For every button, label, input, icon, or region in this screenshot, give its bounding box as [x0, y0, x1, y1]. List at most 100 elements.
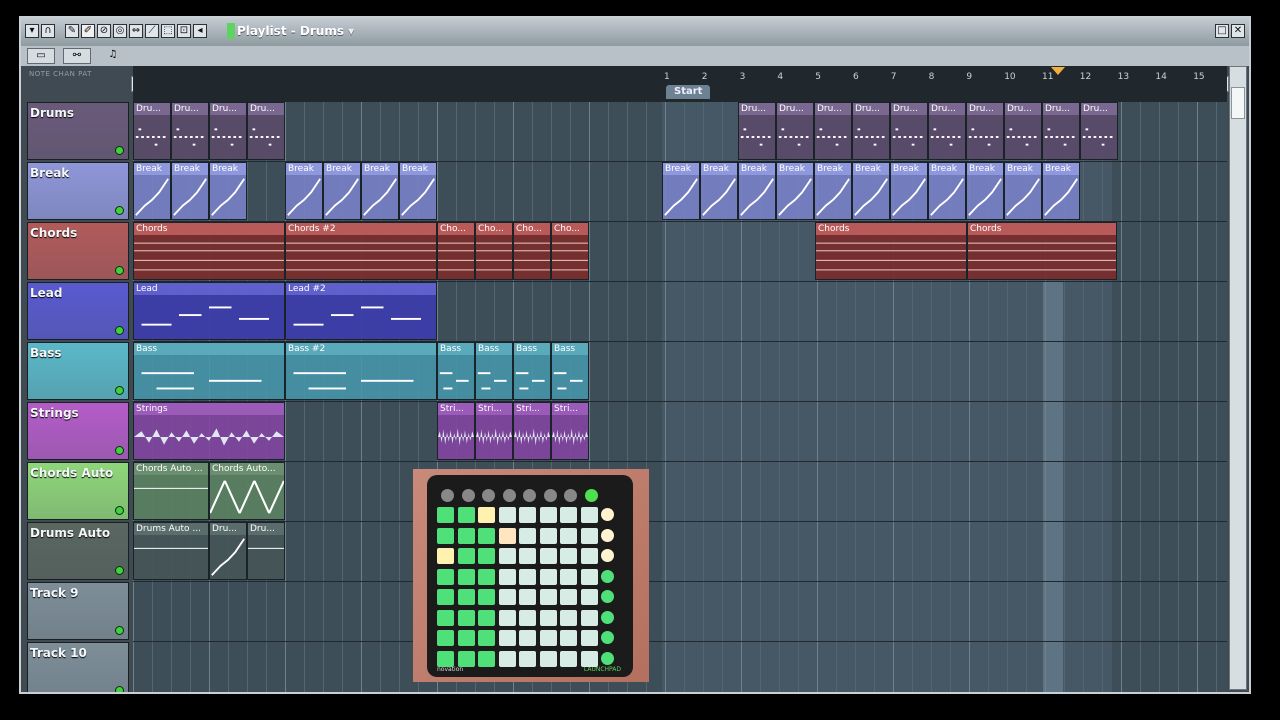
pattern-clip[interactable]: Stri...	[475, 402, 513, 460]
pattern-clip[interactable]: Stri...	[551, 402, 589, 460]
pattern-clip[interactable]: Chords	[967, 222, 1117, 280]
playhead-marker[interactable]	[1051, 67, 1065, 75]
playback-tool-icon[interactable]: ◂	[193, 24, 207, 38]
track-enable-led-icon[interactable]	[115, 686, 124, 692]
start-marker[interactable]: Start	[666, 85, 711, 99]
track-enable-led-icon[interactable]	[115, 146, 124, 155]
pattern-clip[interactable]: Break	[1042, 162, 1080, 220]
pattern-clip[interactable]: Break	[662, 162, 700, 220]
pencil-tool-icon[interactable]: ✎	[65, 24, 79, 38]
pattern-clip[interactable]: Break	[209, 162, 247, 220]
track-header-5[interactable]: Bass	[27, 342, 129, 400]
pattern-clip[interactable]: Dru...	[928, 102, 966, 160]
track-enable-led-icon[interactable]	[115, 326, 124, 335]
pattern-clip[interactable]: Cho...	[551, 222, 589, 280]
pattern-clip[interactable]: Dru...	[209, 522, 247, 580]
pattern-clip[interactable]: Chords Auto ...	[133, 462, 209, 520]
source-selector[interactable]: NOTE CHAN PAT	[29, 70, 92, 78]
track-header-6[interactable]: Strings	[27, 402, 129, 460]
track-enable-led-icon[interactable]	[115, 206, 124, 215]
paint-tool-icon[interactable]: ✐	[81, 24, 95, 38]
pattern-clip[interactable]: Dru...	[814, 102, 852, 160]
pattern-clip[interactable]: Break	[133, 162, 171, 220]
track-header-7[interactable]: Chords Auto	[27, 462, 129, 520]
track-header-3[interactable]: Chords	[27, 222, 129, 280]
track-header-8[interactable]: Drums Auto	[27, 522, 129, 580]
pattern-clip[interactable]: Break	[814, 162, 852, 220]
magnet-icon[interactable]: ∩	[41, 24, 55, 38]
vertical-scrollbar[interactable]	[1229, 66, 1247, 690]
pattern-clip[interactable]: Dru...	[776, 102, 814, 160]
pattern-clip[interactable]: Break	[285, 162, 323, 220]
pattern-clip[interactable]: Break	[1004, 162, 1042, 220]
pattern-clip[interactable]: Dru...	[133, 102, 171, 160]
pattern-clip[interactable]: Dru...	[1004, 102, 1042, 160]
track-enable-led-icon[interactable]	[115, 386, 124, 395]
pattern-clip[interactable]: Strings	[133, 402, 285, 460]
pattern-clip[interactable]: Dru...	[209, 102, 247, 160]
pattern-clip[interactable]: Break	[928, 162, 966, 220]
pattern-clip[interactable]: Break	[966, 162, 1004, 220]
pattern-clip[interactable]: Stri...	[513, 402, 551, 460]
pattern-clip[interactable]: Stri...	[437, 402, 475, 460]
window-title[interactable]: Playlist - Drums ▾	[237, 24, 354, 38]
pattern-clip[interactable]: Break	[852, 162, 890, 220]
pattern-clip[interactable]: Bass	[513, 342, 551, 400]
playlist-grid[interactable]: Dru... Dru... Dru... Dru... Dru... Dru... Dru.…	[133, 102, 1227, 692]
close-button[interactable]: ✕	[1231, 24, 1245, 38]
track-enable-led-icon[interactable]	[115, 266, 124, 275]
pattern-clip[interactable]: Cho...	[475, 222, 513, 280]
track-enable-led-icon[interactable]	[115, 446, 124, 455]
pattern-clip[interactable]: Dru...	[966, 102, 1004, 160]
track-header-2[interactable]: Break	[27, 162, 129, 220]
pattern-clip[interactable]: Dru...	[1042, 102, 1080, 160]
pattern-clip[interactable]: Lead	[133, 282, 285, 340]
track-mode-icon[interactable]: ▭	[27, 48, 55, 64]
slice-tool-icon[interactable]: ⟋	[145, 24, 159, 38]
track-header-1[interactable]: Drums	[27, 102, 129, 160]
pattern-clip[interactable]: Bass #2	[285, 342, 437, 400]
pattern-clip[interactable]: Chords #2	[285, 222, 437, 280]
track-enable-led-icon[interactable]	[115, 626, 124, 635]
pattern-clip[interactable]: Dru...	[890, 102, 928, 160]
pattern-clip[interactable]: Bass	[133, 342, 285, 400]
pattern-clip[interactable]: Dru...	[738, 102, 776, 160]
zoom-tool-icon[interactable]: ⊡	[177, 24, 191, 38]
pattern-clip[interactable]: Drums Auto ...	[133, 522, 209, 580]
delete-tool-icon[interactable]: ⊘	[97, 24, 111, 38]
pattern-clip[interactable]: Dru...	[247, 102, 285, 160]
pattern-clip[interactable]: Cho...	[513, 222, 551, 280]
note-icon[interactable]: ♫	[99, 48, 127, 64]
menu-arrow-icon[interactable]: ▾	[25, 24, 39, 38]
pattern-clip[interactable]: Break	[323, 162, 361, 220]
pattern-clip[interactable]: Break	[171, 162, 209, 220]
track-header-9[interactable]: Track 9	[27, 582, 129, 640]
pattern-clip[interactable]: Break	[361, 162, 399, 220]
pattern-clip[interactable]: Dru...	[1080, 102, 1118, 160]
pattern-clip[interactable]: Break	[890, 162, 928, 220]
track-enable-led-icon[interactable]	[115, 566, 124, 575]
slip-tool-icon[interactable]: ⇔	[129, 24, 143, 38]
pattern-clip[interactable]: Chords Auto...	[208, 462, 286, 520]
maximize-button[interactable]: □	[1215, 24, 1229, 38]
pattern-clip[interactable]: Dru...	[247, 522, 285, 580]
pattern-clip[interactable]: Bass	[475, 342, 513, 400]
vertical-scroll-thumb[interactable]	[1231, 87, 1245, 119]
pattern-clip[interactable]: Bass	[551, 342, 589, 400]
pattern-clip[interactable]: Bass	[437, 342, 475, 400]
track-header-4[interactable]: Lead	[27, 282, 129, 340]
pattern-clip[interactable]: Break	[776, 162, 814, 220]
pattern-clip[interactable]: Cho...	[437, 222, 475, 280]
track-header-10[interactable]: Track 10	[27, 642, 129, 692]
pattern-clip[interactable]: Dru...	[171, 102, 209, 160]
track-enable-led-icon[interactable]	[115, 506, 124, 515]
pattern-clip[interactable]: Dru...	[852, 102, 890, 160]
pattern-clip[interactable]: Chords	[815, 222, 967, 280]
pattern-clip[interactable]: Break	[738, 162, 776, 220]
pattern-clip[interactable]: Lead #2	[285, 282, 437, 340]
pattern-clip[interactable]: Break	[399, 162, 437, 220]
select-tool-icon[interactable]: ⬚	[161, 24, 175, 38]
pattern-clip[interactable]: Chords	[133, 222, 285, 280]
pattern-clip[interactable]: Break	[700, 162, 738, 220]
mute-tool-icon[interactable]: ◎	[113, 24, 127, 38]
